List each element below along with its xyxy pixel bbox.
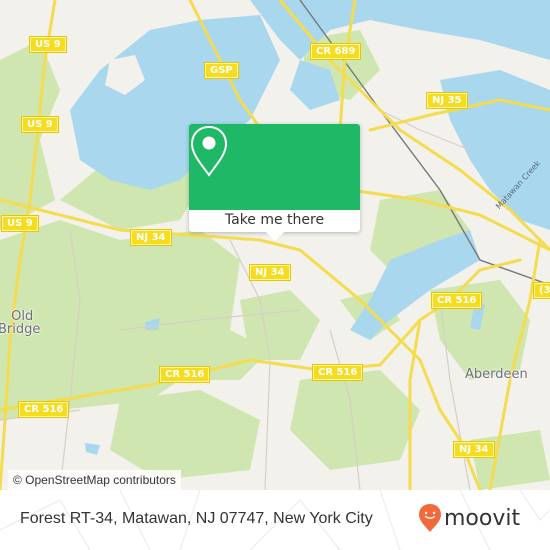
road-shield-us9: US 9	[30, 37, 66, 52]
address-text: Forest RT-34, Matawan, NJ 07747, New Yor…	[20, 510, 373, 527]
road-shield-cr516: CR 516	[19, 402, 69, 417]
place-label-line: Bridge	[0, 322, 41, 337]
popup-pointer	[266, 232, 284, 241]
road-shield-cr689: CR 689	[311, 44, 361, 59]
road-shield-nj34: NJ 34	[250, 265, 290, 280]
road-shield-gsp: GSP	[205, 63, 238, 78]
location-popup: Take me there	[189, 124, 360, 241]
moovit-pin-icon	[419, 504, 441, 532]
map-view[interactable]: US 9 US 9 US 9 GSP CR 689 NJ 35 NJ 34 NJ…	[0, 0, 550, 490]
road-shield-cr516: CR 516	[313, 365, 363, 380]
road-shield-cr516: CR 516	[432, 293, 482, 308]
road-shield-nj35: NJ 35	[427, 93, 467, 108]
map-tiles	[0, 0, 550, 490]
location-pin-icon	[190, 125, 228, 177]
take-me-there-button[interactable]: Take me there	[189, 210, 360, 232]
moovit-logo[interactable]: moovit	[418, 503, 520, 533]
place-label-old-bridge: Old Bridge	[0, 310, 40, 336]
road-shield-cr516: CR 516	[160, 367, 210, 382]
map-attribution[interactable]: © OpenStreetMap contributors	[8, 470, 181, 490]
road-shield-nj34: NJ 34	[131, 230, 171, 245]
popup-header	[189, 124, 360, 210]
road-shield-us9: US 9	[22, 117, 58, 132]
place-label-aberdeen: Aberdeen	[465, 367, 528, 382]
road-shield-partial: (3	[534, 283, 550, 298]
road-shield-us9: US 9	[2, 216, 38, 231]
moovit-wordmark: moovit	[444, 505, 521, 531]
road-shield-nj34: NJ 34	[454, 442, 494, 457]
footer-bar: Forest RT-34, Matawan, NJ 07747, New Yor…	[0, 490, 550, 550]
